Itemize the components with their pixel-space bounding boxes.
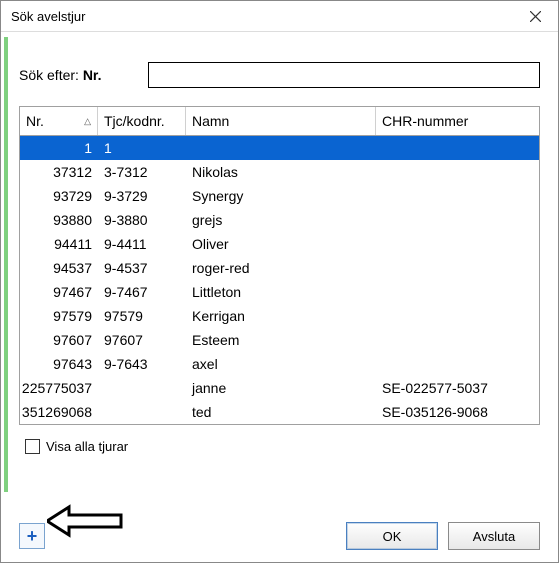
- cell-chr: SE-035126-9068: [376, 400, 539, 424]
- cell-kod: 9-7467: [98, 280, 186, 304]
- show-all-row[interactable]: Visa alla tjurar: [25, 439, 540, 454]
- dialog-window: Sök avelstjur Sök efter: Nr. Nr. △ Tjc/k…: [0, 0, 559, 563]
- results-grid: Nr. △ Tjc/kodnr. Namn CHR-nummer 1137312…: [19, 106, 540, 425]
- cancel-label: Avsluta: [473, 529, 515, 544]
- cancel-button[interactable]: Avsluta: [448, 522, 540, 550]
- col-header-label: Nr.: [26, 113, 44, 129]
- cell-nr: 37312: [20, 160, 98, 184]
- grid-header: Nr. △ Tjc/kodnr. Namn CHR-nummer: [20, 107, 539, 136]
- close-icon: [530, 11, 541, 22]
- cell-chr: [376, 208, 539, 232]
- cell-nr: 94411: [20, 232, 98, 256]
- cell-chr: SE-022577-5037: [376, 376, 539, 400]
- table-row[interactable]: 11: [20, 136, 539, 160]
- cell-namn: grejs: [186, 208, 376, 232]
- grid-body: 11373123-7312Nikolas937299-3729Synergy93…: [20, 136, 539, 424]
- cell-chr: [376, 304, 539, 328]
- cell-namn: Littleton: [186, 280, 376, 304]
- table-row[interactable]: 373123-7312Nikolas: [20, 160, 539, 184]
- cell-namn: Synergy: [186, 184, 376, 208]
- ok-button[interactable]: OK: [346, 522, 438, 550]
- cell-nr: 351269068: [20, 400, 98, 424]
- cell-namn: ted: [186, 400, 376, 424]
- sort-asc-icon: △: [84, 116, 91, 127]
- cell-kod: 3-7312: [98, 160, 186, 184]
- table-row[interactable]: 944119-4411Oliver: [20, 232, 539, 256]
- cell-chr: [376, 328, 539, 352]
- cell-kod: 9-7643: [98, 352, 186, 376]
- cell-namn: Kerrigan: [186, 304, 376, 328]
- plus-icon: +: [27, 527, 38, 545]
- cell-kod: 9-3729: [98, 184, 186, 208]
- cell-nr: 93729: [20, 184, 98, 208]
- decoration-strip: [4, 37, 8, 492]
- cell-kod: [98, 376, 186, 400]
- show-all-checkbox[interactable]: [25, 439, 40, 454]
- col-header-nr[interactable]: Nr. △: [20, 107, 98, 135]
- cell-namn: roger-red: [186, 256, 376, 280]
- table-row[interactable]: 9760797607Esteem: [20, 328, 539, 352]
- cell-namn: [186, 136, 376, 160]
- add-button[interactable]: +: [19, 523, 45, 549]
- cell-chr: [376, 184, 539, 208]
- table-row[interactable]: 974679-7467Littleton: [20, 280, 539, 304]
- table-row[interactable]: 351269068 tedSE-035126-9068: [20, 400, 539, 424]
- table-row[interactable]: 9757997579Kerrigan: [20, 304, 539, 328]
- search-input[interactable]: [148, 62, 541, 88]
- close-button[interactable]: [513, 1, 558, 31]
- table-row[interactable]: 938809-3880grejs: [20, 208, 539, 232]
- cell-chr: [376, 160, 539, 184]
- annotation-arrow: [47, 503, 127, 542]
- cell-kod: [98, 400, 186, 424]
- cell-namn: Oliver: [186, 232, 376, 256]
- cell-kod: 1: [98, 136, 186, 160]
- button-group: OK Avsluta: [346, 522, 540, 550]
- cell-nr: 94537: [20, 256, 98, 280]
- cell-kod: 9-4411: [98, 232, 186, 256]
- cell-chr: [376, 232, 539, 256]
- search-label: Sök efter: Nr.: [19, 67, 102, 83]
- cell-namn: axel: [186, 352, 376, 376]
- col-header-label: CHR-nummer: [382, 113, 468, 129]
- cell-chr: [376, 256, 539, 280]
- table-row[interactable]: 976439-7643axel: [20, 352, 539, 376]
- cell-chr: [376, 280, 539, 304]
- window-title: Sök avelstjur: [11, 9, 85, 24]
- table-row[interactable]: 945379-4537roger-red: [20, 256, 539, 280]
- cell-chr: [376, 136, 539, 160]
- col-header-namn[interactable]: Namn: [186, 107, 376, 135]
- search-row: Sök efter: Nr.: [19, 62, 540, 88]
- cell-namn: Esteem: [186, 328, 376, 352]
- show-all-label: Visa alla tjurar: [46, 439, 128, 454]
- cell-nr: 97607: [20, 328, 98, 352]
- search-label-field: Nr.: [83, 67, 102, 83]
- cell-nr: 225775037: [20, 376, 98, 400]
- cell-namn: janne: [186, 376, 376, 400]
- cell-namn: Nikolas: [186, 160, 376, 184]
- cell-kod: 9-3880: [98, 208, 186, 232]
- col-header-label: Tjc/kodnr.: [104, 113, 165, 129]
- cell-nr: 1: [20, 136, 98, 160]
- titlebar: Sök avelstjur: [1, 1, 558, 32]
- cell-kod: 97607: [98, 328, 186, 352]
- col-header-kod[interactable]: Tjc/kodnr.: [98, 107, 186, 135]
- ok-label: OK: [383, 529, 402, 544]
- cell-nr: 97643: [20, 352, 98, 376]
- table-row[interactable]: 937299-3729Synergy: [20, 184, 539, 208]
- cell-nr: 97467: [20, 280, 98, 304]
- table-row[interactable]: 225775037 janneSE-022577-5037: [20, 376, 539, 400]
- dialog-footer: + OK Avsluta: [1, 522, 558, 550]
- cell-nr: 93880: [20, 208, 98, 232]
- cell-chr: [376, 352, 539, 376]
- cell-nr: 97579: [20, 304, 98, 328]
- search-label-prefix: Sök efter:: [19, 67, 79, 83]
- cell-kod: 97579: [98, 304, 186, 328]
- dialog-content: Sök efter: Nr. Nr. △ Tjc/kodnr. Namn CHR…: [1, 32, 558, 466]
- cell-kod: 9-4537: [98, 256, 186, 280]
- col-header-label: Namn: [192, 113, 229, 129]
- col-header-chr[interactable]: CHR-nummer: [376, 107, 539, 135]
